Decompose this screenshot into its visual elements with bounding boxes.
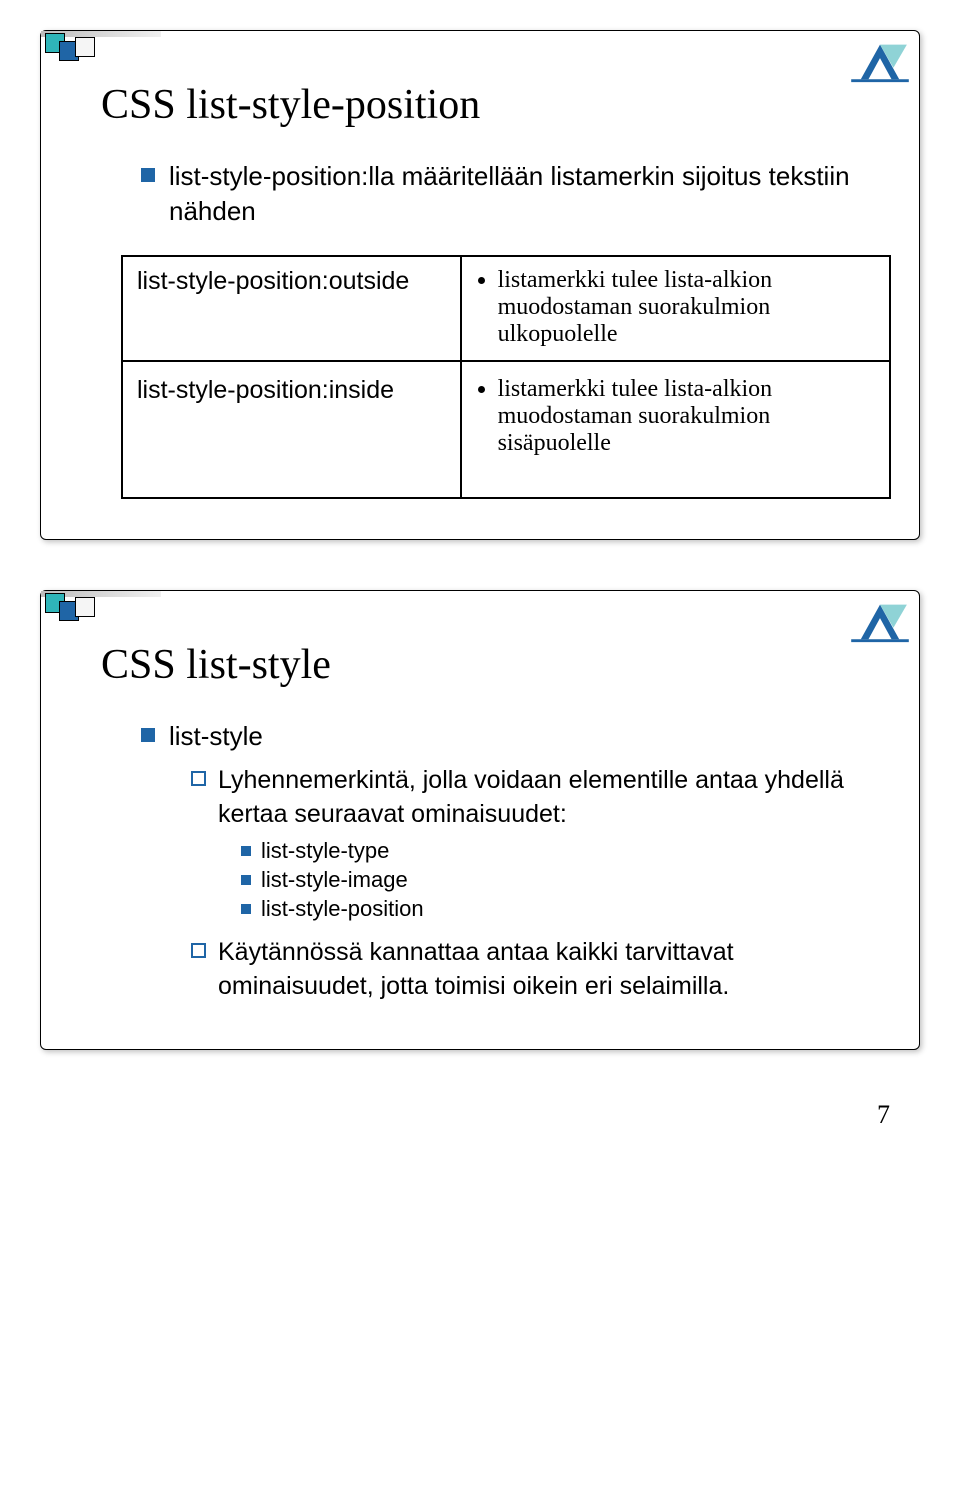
deep-bullet-item: list-style-image: [241, 867, 869, 893]
table-text-line: listamerkki tulee lista-alkion: [498, 376, 875, 403]
table-text-line: muodostaman suorakulmion: [498, 294, 875, 321]
table-cell-left: list-style-position:outside: [122, 256, 461, 361]
bullet-item: list-style-position:lla määritellään lis…: [141, 159, 869, 229]
table-text-line: muodostaman suorakulmion: [498, 403, 875, 430]
table-cell-left: list-style-position:inside: [122, 361, 461, 498]
corner-decoration: [41, 591, 161, 625]
square-bullet-icon: [241, 875, 251, 885]
page-number: 7: [40, 1100, 920, 1130]
slide-title: CSS list-style-position: [101, 81, 869, 129]
checkbox-bullet-icon: [191, 943, 206, 958]
slide-title: CSS list-style: [101, 641, 869, 689]
sub-bullet-item: Lyhennemerkintä, jolla voidaan elementil…: [191, 764, 869, 832]
table-text-line: ulkopuolelle: [498, 321, 875, 348]
sub-bullet-item: Käytännössä kannattaa antaa kaikki tarvi…: [191, 936, 869, 1004]
slide-1: CSS list-style-position list-style-posit…: [40, 30, 920, 540]
square-bullet-icon: [141, 168, 155, 182]
table-text-line: listamerkki tulee lista-alkion: [498, 267, 875, 294]
logo-icon: [851, 37, 909, 85]
table-cell-right: listamerkki tulee lista-alkion muodostam…: [461, 361, 890, 498]
bullet-item: list-style: [141, 719, 869, 754]
logo-icon: [851, 597, 909, 645]
corner-decoration: [41, 31, 161, 65]
deep-list: list-style-type list-style-image list-st…: [241, 838, 869, 922]
deep-bullet-text: list-style-position: [261, 896, 424, 922]
square-bullet-icon: [241, 904, 251, 914]
sub-bullet-text: Käytännössä kannattaa antaa kaikki tarvi…: [218, 936, 869, 1004]
checkbox-bullet-icon: [191, 771, 206, 786]
square-bullet-icon: [241, 846, 251, 856]
deep-bullet-item: list-style-position: [241, 896, 869, 922]
deep-bullet-text: list-style-image: [261, 867, 408, 893]
bullet-text: list-style: [169, 719, 263, 754]
bullet-text: list-style-position:lla määritellään lis…: [169, 159, 869, 229]
table-cell-right: listamerkki tulee lista-alkion muodostam…: [461, 256, 890, 361]
deep-bullet-item: list-style-type: [241, 838, 869, 864]
deep-bullet-text: list-style-type: [261, 838, 389, 864]
sub-bullet-text: Lyhennemerkintä, jolla voidaan elementil…: [218, 764, 869, 832]
slide-2: CSS list-style list-style Lyhennemerkint…: [40, 590, 920, 1050]
table-text-line: sisäpuolelle: [498, 430, 875, 457]
position-table: list-style-position:outside listamerkki …: [121, 255, 891, 499]
square-bullet-icon: [141, 728, 155, 742]
